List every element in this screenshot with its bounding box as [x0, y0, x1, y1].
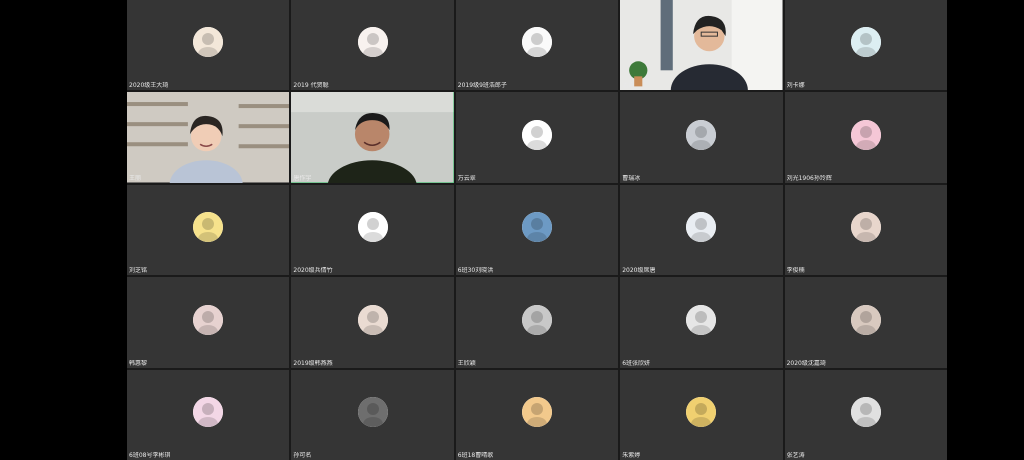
participant-name: 万云翠 — [457, 174, 476, 182]
participant-name: 王欣颖 — [457, 359, 476, 367]
participant-tile[interactable]: 唐作宇 — [291, 92, 454, 183]
participant-tile[interactable]: 6班18曹晴歌 — [455, 369, 619, 460]
participant-tile[interactable]: 王欣颖 — [455, 277, 619, 368]
participant-tile[interactable]: 6班30刘晓洪 — [455, 184, 619, 276]
camera-video-feed — [291, 92, 454, 183]
participant-name: 6班张欣妍 — [622, 359, 651, 367]
flower-avatar — [850, 119, 881, 150]
participant-name: 2020级沈嘉琦 — [786, 359, 826, 367]
participant-tile[interactable]: 2020级兵倩竹 — [291, 184, 454, 276]
participant-name: 6班08号李彬琪 — [129, 452, 171, 459]
sheep-avatar — [850, 212, 881, 243]
participant-name: 刘芝铭 — [129, 267, 148, 275]
dark-photo-avatar — [357, 397, 388, 428]
girl-portrait-avatar — [357, 304, 388, 335]
participant-tile[interactable]: 刘卡娜 — [784, 0, 947, 91]
participant-tile[interactable]: 2019 代贺聪 — [291, 0, 454, 91]
participant-tile[interactable]: 王丽 — [127, 92, 290, 183]
sky-scenery-avatar — [521, 212, 552, 243]
camera-video-feed — [620, 0, 783, 91]
participant-name: 刘光1906孙玲辉 — [786, 174, 832, 182]
participant-name: 2020级王大琦 — [129, 82, 169, 90]
puppy-avatar — [686, 304, 717, 335]
participant-tile[interactable]: 韩惠黎 — [127, 277, 290, 368]
anime-girl-avatar — [521, 397, 552, 428]
participant-name: 2019 代贺聪 — [293, 82, 329, 90]
cat-in-hand-avatar — [357, 27, 388, 58]
participant-name: 6班30刘晓洪 — [457, 267, 494, 275]
participant-name: 2020级席唐 — [622, 267, 656, 275]
participant-tile[interactable]: 6班08号李彬琪 — [127, 369, 290, 460]
pink-anime-avatar — [193, 397, 224, 428]
participant-name: 6班18曹晴歌 — [457, 452, 494, 459]
colorful-pattern-avatar — [686, 397, 717, 428]
participant-name: 曹瑞冰 — [622, 174, 641, 182]
participant-tile[interactable]: 刘光1906孙玲辉 — [784, 92, 947, 183]
participant-tile[interactable]: 2019级9班浩郎子 — [455, 0, 619, 91]
video-grid: 2020级王大琦 2019 代贺聪 2019级9班浩郎子 孟语 刘卡娜 王丽 唐… — [127, 0, 947, 460]
participant-name: 2019级韩燕燕 — [293, 359, 333, 367]
participant-name: 刘卡娜 — [786, 82, 805, 90]
participant-name: 孙可名 — [293, 452, 312, 459]
participant-name: 2020级兵倩竹 — [293, 267, 333, 275]
participant-name: 李俊楠 — [786, 267, 805, 275]
participant-tile[interactable]: 李俊楠 — [784, 184, 947, 276]
participant-tile[interactable]: 2020级王大琦 — [127, 0, 290, 91]
participant-tile[interactable]: 孟语 — [620, 0, 783, 91]
participant-tile[interactable]: 朱紫婷 — [620, 369, 783, 460]
cartoon-boy-avatar — [850, 27, 881, 58]
participant-name: 王丽 — [129, 174, 142, 182]
participant-name: 张艺涛 — [786, 452, 805, 459]
participant-tile[interactable]: 刘芝铭 — [127, 184, 290, 276]
participant-tile[interactable]: 曹瑞冰 — [620, 92, 783, 183]
participant-tile[interactable]: 2020级沈嘉琦 — [784, 277, 947, 368]
blank-user-avatar — [850, 397, 881, 428]
participant-name: 2019级9班浩郎子 — [457, 82, 507, 90]
yellow-cartoon-avatar — [193, 212, 224, 243]
participant-tile[interactable]: 2020级席唐 — [620, 184, 783, 276]
participant-name: 朱紫婷 — [622, 452, 641, 459]
cat-photo-avatar — [521, 304, 552, 335]
participant-name: 唐作宇 — [293, 174, 312, 182]
participant-tile[interactable]: 张艺涛 — [784, 369, 947, 460]
participant-tile[interactable]: 6班张欣妍 — [620, 277, 783, 368]
camera-video-feed — [127, 92, 290, 183]
photo-person-avatar — [686, 119, 717, 150]
two-girls-avatar — [850, 304, 881, 335]
participant-tile[interactable]: 万云翠 — [455, 92, 619, 183]
participant-tile[interactable]: 2019级韩燕燕 — [291, 277, 454, 368]
sketch-avatar — [521, 119, 552, 150]
cartoon-girl-avatar — [193, 27, 224, 58]
participant-name: 孟语 — [622, 82, 635, 90]
participant-tile[interactable]: 孙可名 — [291, 369, 454, 460]
doodle-text-avatar — [357, 212, 388, 243]
moon-drawing-avatar — [521, 27, 552, 58]
girl-photo-avatar — [193, 304, 224, 335]
two-figures-avatar — [686, 212, 717, 243]
participant-name: 韩惠黎 — [129, 359, 148, 367]
